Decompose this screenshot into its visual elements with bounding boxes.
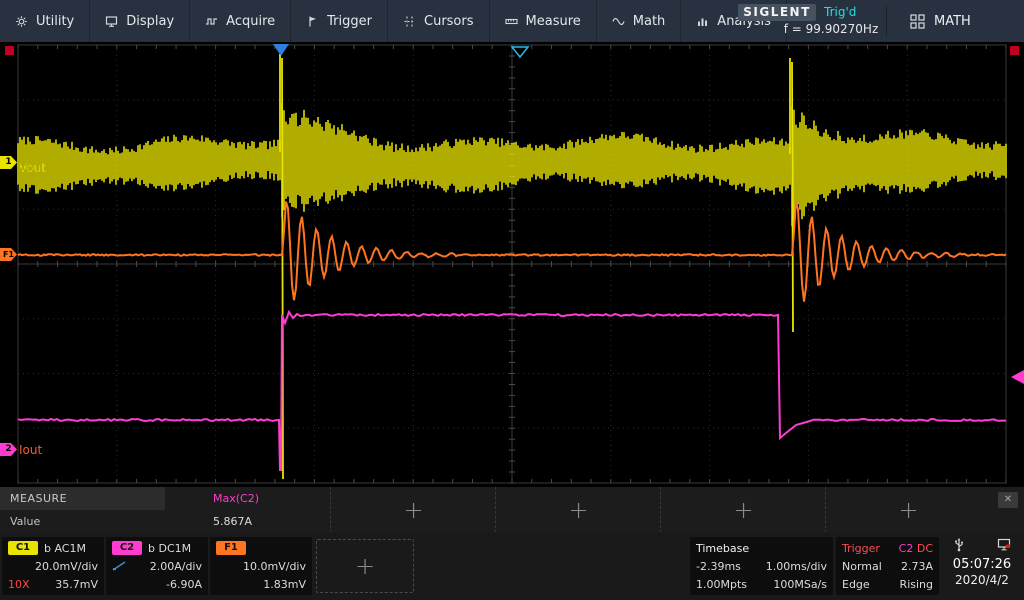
trigger-title: Trigger [842, 542, 880, 555]
menu-utility[interactable]: Utility [0, 0, 90, 42]
clock-time: 05:07:26 [942, 556, 1022, 573]
menu-measure-label: Measure [526, 14, 581, 29]
measure-name: Max(C2) [165, 487, 330, 510]
network-status-icon [997, 537, 1012, 552]
channel-c1-descriptor[interactable]: C1 b AC1M 20.0mV/div 10X 35.7mV [2, 537, 104, 595]
c1-scale: 20.0mV/div [35, 560, 98, 573]
trigger-slope: Rising [900, 578, 933, 591]
trigger-flag-icon [306, 15, 319, 28]
menu-math[interactable]: Math [597, 0, 682, 42]
grid-icon [910, 14, 925, 29]
timebase-sample-rate: 100MSa/s [773, 578, 827, 591]
c1-probe-ratio: 10X [8, 578, 30, 591]
menubar: Utility Display Acquire Trigger Cursors … [0, 0, 1024, 42]
measure-close-button[interactable]: ✕ [998, 492, 1018, 508]
measure-slot-max-c2[interactable]: Max(C2) 5.867A [165, 487, 330, 533]
plus-icon: + [355, 554, 375, 578]
clock-area: 05:07:26 2020/4/2 [942, 535, 1022, 597]
vout-trace-label: Vout [19, 161, 46, 175]
clock-date: 2020/4/2 [942, 573, 1022, 588]
display-icon [105, 15, 118, 28]
math-sine-icon [612, 15, 625, 28]
timebase-scale: 1.00ms/div [766, 560, 827, 573]
timebase-title: Timebase [696, 542, 749, 555]
analysis-bars-icon [696, 15, 709, 28]
menu-math-label: Math [633, 14, 666, 29]
plus-icon: + [568, 498, 588, 522]
measure-add-slot-5[interactable]: + [825, 487, 991, 533]
math-shortcut-label: MATH [934, 14, 971, 29]
trigger-coupling: DC [917, 542, 933, 555]
menu-display-label: Display [126, 14, 174, 29]
timebase-delay: -2.39ms [696, 560, 741, 573]
deskew-icon [112, 561, 126, 571]
trigger-status: Trig'd [824, 5, 856, 19]
plus-icon: + [733, 498, 753, 522]
measure-add-slot-4[interactable]: + [660, 487, 826, 533]
math-shortcut-button[interactable]: MATH [900, 0, 981, 42]
menu-cursors-label: Cursors [424, 14, 474, 29]
menu-cursors[interactable]: Cursors [388, 0, 490, 42]
trigger-type: Edge [842, 578, 870, 591]
usb-icon [952, 537, 966, 552]
math-f1-descriptor[interactable]: F1 10.0mV/div 1.83mV [210, 537, 312, 595]
menu-acquire-label: Acquire [226, 14, 275, 29]
measure-value-row-label: Value [0, 510, 165, 533]
f1-scale: 10.0mV/div [243, 560, 306, 573]
measure-panel-header: MEASURE Value [0, 487, 165, 533]
siglent-logo: SIGLENT [738, 4, 816, 21]
timebase-descriptor[interactable]: Timebase -2.39ms 1.00ms/div 1.00Mpts 100… [690, 537, 833, 595]
plus-icon: + [898, 498, 918, 522]
c1-coupling: b AC1M [44, 542, 86, 555]
oscilloscope-screen: Utility Display Acquire Trigger Cursors … [0, 0, 1024, 600]
menu-display[interactable]: Display [90, 0, 190, 42]
trigger-mode: Normal [842, 560, 882, 573]
timebase-memory: 1.00Mpts [696, 578, 747, 591]
trigger-frequency: f = 99.90270Hz [756, 22, 906, 36]
menu-trigger-label: Trigger [327, 14, 372, 29]
menubar-separator [886, 6, 887, 36]
measure-add-slot-2[interactable]: + [330, 487, 496, 533]
cursors-icon [403, 15, 416, 28]
c1-badge: C1 [8, 541, 38, 555]
channel-c2-descriptor[interactable]: C2 b DC1M 2.00A/div -6.90A [106, 537, 208, 595]
waveform-display[interactable]: 1 F1 2 Vout Iout [0, 42, 1024, 486]
menu-acquire[interactable]: Acquire [190, 0, 291, 42]
f1-badge: F1 [216, 541, 246, 555]
f1-offset: 1.83mV [263, 578, 306, 591]
measure-add-slot-3[interactable]: + [495, 487, 661, 533]
add-channel-slot[interactable]: + [316, 539, 414, 593]
measure-ruler-icon [505, 15, 518, 28]
waveform-canvas [0, 42, 1024, 486]
plus-icon: + [403, 498, 423, 522]
acquire-icon [205, 15, 218, 28]
c2-offset: -6.90A [166, 578, 202, 591]
menu-trigger[interactable]: Trigger [291, 0, 388, 42]
menu-measure[interactable]: Measure [490, 0, 597, 42]
status-bar: C1 b AC1M 20.0mV/div 10X 35.7mV C2 b DC1… [0, 532, 1024, 600]
c2-coupling: b DC1M [148, 542, 191, 555]
menu-utility-label: Utility [36, 14, 74, 29]
measure-panel-title: MEASURE [0, 487, 165, 510]
c1-offset: 35.7mV [55, 578, 98, 591]
c2-scale: 2.00A/div [150, 560, 202, 573]
iout-trace-label: Iout [19, 443, 42, 457]
c2-badge: C2 [112, 541, 142, 555]
utility-icon [15, 15, 28, 28]
measure-value: 5.867A [165, 510, 330, 533]
measure-panel: MEASURE Value Max(C2) 5.867A + + + + ✕ [0, 486, 1024, 533]
trigger-level: 2.73A [901, 560, 933, 573]
trigger-descriptor[interactable]: Trigger C2 DC Normal 2.73A Edge Rising [836, 537, 939, 595]
trigger-source: C2 [899, 542, 914, 555]
menu-items: Utility Display Acquire Trigger Cursors … [0, 0, 787, 42]
